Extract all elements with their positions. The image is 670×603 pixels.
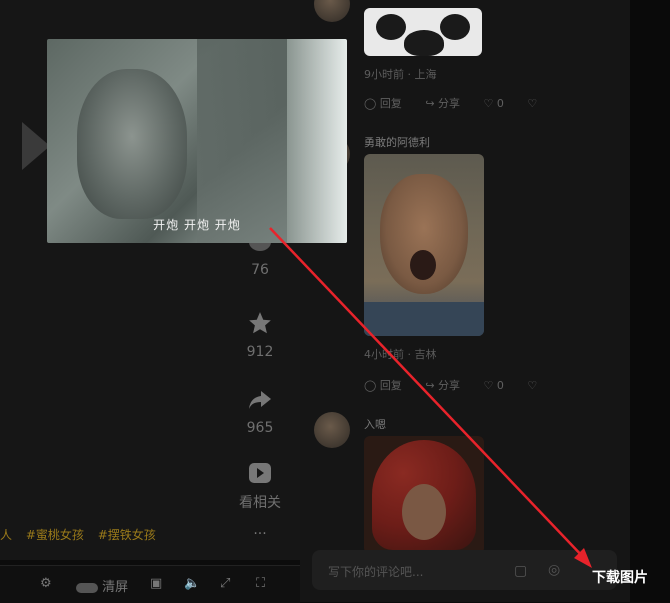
- comment-actions: ◯ 回复 ↪ 分享 ♡ 0 ♡: [364, 95, 547, 111]
- dislike-icon[interactable]: ♡: [527, 379, 537, 392]
- volume-icon[interactable]: 🔈: [184, 576, 200, 591]
- comment-username[interactable]: 勇敢的阿德利: [364, 134, 430, 150]
- related-label: 看相关: [239, 495, 281, 511]
- hashtag[interactable]: #蜜桃女孩: [26, 528, 84, 542]
- like-button[interactable]: ♡ 0: [484, 97, 514, 110]
- download-image-label[interactable]: 下载图片: [592, 567, 648, 587]
- avatar[interactable]: [314, 0, 350, 22]
- video-subtitle: 开炮 开炮 开炮: [153, 218, 241, 232]
- comment-username[interactable]: 入嗯: [364, 416, 386, 432]
- comment-image-meme[interactable]: [364, 154, 484, 336]
- share-button[interactable]: 965: [230, 388, 290, 436]
- mention-icon[interactable]: ◎: [548, 562, 560, 578]
- picture-in-picture-icon[interactable]: ▣: [150, 576, 162, 591]
- comment-count: 76: [251, 262, 269, 278]
- clear-screen-label: 清屏: [102, 580, 129, 595]
- play-icon[interactable]: [22, 122, 50, 170]
- avatar[interactable]: [314, 412, 350, 448]
- video-frame-thumbnail[interactable]: 开炮 开炮 开炮: [47, 39, 347, 243]
- share-comment-button[interactable]: ↪ 分享: [425, 379, 470, 392]
- more-button[interactable]: ···: [230, 526, 290, 542]
- comment-meta: 4小时前 · 吉林: [364, 348, 437, 361]
- share-comment-button[interactable]: ↪ 分享: [425, 97, 470, 110]
- comment-actions: ◯ 回复 ↪ 分享 ♡ 0 ♡: [364, 377, 547, 393]
- comment-input-placeholder: 写下你的评论吧...: [328, 565, 424, 579]
- hashtag-row: 人 #蜜桃女孩 #摆铁女孩: [0, 526, 166, 543]
- toggle-icon: [76, 582, 98, 593]
- comment-meta: 9小时前 · 上海: [364, 68, 437, 81]
- settings-gear-icon[interactable]: ⚙: [40, 576, 52, 591]
- reply-button[interactable]: ◯ 回复: [364, 379, 412, 392]
- favorite-button[interactable]: 912: [230, 310, 290, 360]
- right-edge-panel: [630, 0, 670, 602]
- star-icon: [249, 312, 271, 334]
- player-controls: ⚙ 清屏 ▣ 🔈 ⤢ ⛶: [0, 565, 300, 603]
- play-circle-icon: [249, 463, 271, 483]
- reply-button[interactable]: ◯ 回复: [364, 97, 412, 110]
- related-button[interactable]: 看相关: [230, 462, 290, 512]
- web-fullscreen-icon[interactable]: ⤢: [220, 576, 230, 591]
- comments-panel: 9小时前 · 上海 ◯ 回复 ↪ 分享 ♡ 0 ♡ 勇敢的阿德利 4小时前 · …: [300, 0, 630, 602]
- hashtag[interactable]: #摆铁女孩: [98, 528, 156, 542]
- comment-image-scarf[interactable]: [364, 436, 484, 554]
- image-upload-icon[interactable]: ▢: [514, 563, 527, 579]
- fullscreen-icon[interactable]: ⛶: [256, 576, 265, 591]
- clear-screen-toggle[interactable]: 清屏: [76, 576, 128, 595]
- like-button[interactable]: ♡ 0: [484, 379, 514, 392]
- tag-prefix: 人: [0, 528, 13, 542]
- favorite-count: 912: [246, 344, 274, 360]
- comment-image-panda[interactable]: [364, 8, 482, 56]
- share-count: 965: [246, 420, 274, 436]
- share-arrow-icon: [249, 391, 271, 409]
- dislike-icon[interactable]: ♡: [527, 97, 537, 110]
